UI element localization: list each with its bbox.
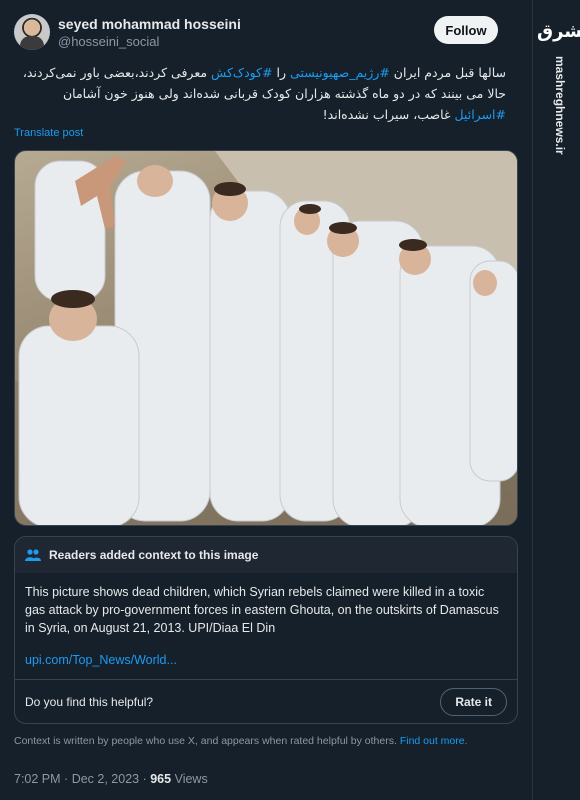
- follow-button[interactable]: Follow: [434, 16, 498, 44]
- community-note-disclaimer: Context is written by people who use X, …: [14, 735, 468, 747]
- post-text-segment: را: [272, 65, 291, 80]
- watermark-strip: مشرق mashreghnews.ir: [532, 0, 580, 800]
- community-note-footer: Do you find this helpful? Rate it: [15, 679, 517, 723]
- post-time[interactable]: 7:02 PM: [14, 772, 61, 786]
- views-count: 965: [150, 772, 172, 786]
- disclaimer-text: Context is written by people who use X, …: [14, 735, 397, 747]
- mashregh-logo: مشرق: [537, 21, 580, 42]
- watermark-site: mashreghnews.ir: [553, 56, 567, 155]
- post-header: seyed mohammad hosseini @hosseini_social…: [14, 14, 498, 54]
- rate-it-button[interactable]: Rate it: [440, 687, 507, 716]
- post-image[interactable]: [14, 150, 518, 526]
- hashtag-link[interactable]: #رژیم_صهیونیستی: [290, 65, 390, 80]
- hashtag-link[interactable]: #کودک‌کش: [211, 65, 273, 80]
- hashtag-link[interactable]: #اسرائیل: [454, 107, 506, 122]
- post-text-segment: غاصب، سیراب نشده‌اند!: [322, 107, 455, 122]
- community-note-title: Readers added context to this image: [49, 548, 259, 562]
- find-out-more-link[interactable]: Find out more.: [400, 735, 468, 747]
- avatar[interactable]: [14, 14, 50, 50]
- post-date[interactable]: Dec 2, 2023: [72, 772, 139, 786]
- helpful-question: Do you find this helpful?: [25, 694, 154, 709]
- people-icon: [25, 549, 41, 561]
- community-note-body: This picture shows dead children, which …: [15, 573, 517, 669]
- author-handle[interactable]: @hosseini_social: [58, 34, 159, 49]
- post-text-segment: سالها قبل مردم ایران: [389, 65, 506, 80]
- community-note-header: Readers added context to this image: [15, 537, 517, 573]
- community-note: Readers added context to this image This…: [14, 536, 518, 724]
- post: seyed mohammad hosseini @hosseini_social…: [0, 0, 532, 800]
- translate-post-link[interactable]: Translate post: [14, 127, 83, 139]
- meta-separator: ·: [64, 772, 72, 786]
- post-meta: 7:02 PM · Dec 2, 2023 · 965 Views: [14, 772, 208, 786]
- author-name[interactable]: seyed mohammad hosseini: [58, 16, 241, 32]
- post-text: سالها قبل مردم ایران #رژیم_صهیونیستی را …: [14, 62, 506, 125]
- community-note-text: This picture shows dead children, which …: [25, 585, 499, 635]
- community-note-source-link[interactable]: upi.com/Top_News/World...: [25, 651, 507, 669]
- views-label: Views: [174, 772, 208, 786]
- shrouded-figures-illustration: [15, 151, 517, 525]
